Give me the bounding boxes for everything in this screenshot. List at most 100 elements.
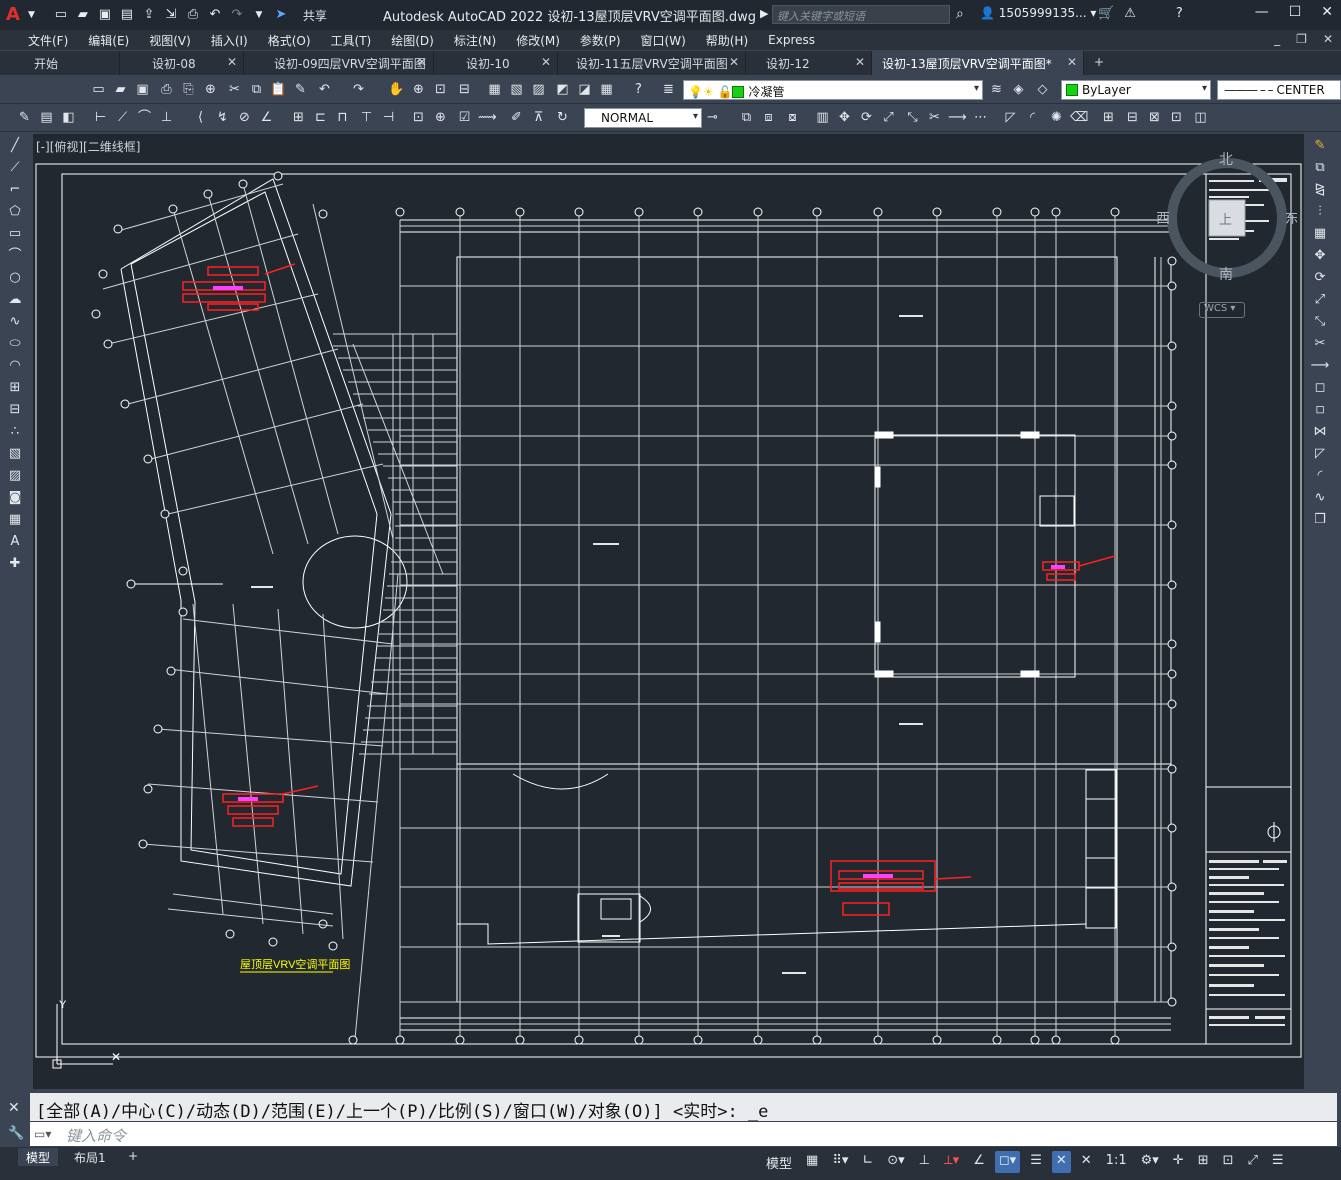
search-input[interactable]: 键入关键字或短语 <box>772 5 950 24</box>
polygon-icon[interactable]: ⬠ <box>4 201 26 223</box>
linetype-dropdown[interactable]: ——— – – CENTER <box>1217 80 1341 100</box>
calculator-icon[interactable]: ▦ <box>598 81 615 98</box>
autodesk-icon[interactable]: ⚠ <box>1124 6 1136 21</box>
help-icon[interactable]: ? <box>1176 6 1183 21</box>
blend-icon[interactable]: ∿ <box>1309 487 1331 509</box>
tab-start[interactable]: 开始 <box>0 51 120 75</box>
command-input[interactable]: 键入命令 <box>30 1122 1337 1146</box>
block-icon[interactable]: ▤ <box>38 109 55 126</box>
tolerance-icon[interactable]: ⊡ <box>410 109 427 126</box>
customize-icon[interactable]: 🔧 <box>8 1126 24 1141</box>
ellipse-arc-icon[interactable]: ◠ <box>4 355 26 377</box>
menu-format[interactable]: 格式(O) <box>258 32 321 49</box>
user-account[interactable]: 👤 1505999135... ▾ <box>980 6 1096 20</box>
markup-icon[interactable]: ◪ <box>576 81 593 98</box>
title-expand-icon[interactable]: ▶ <box>760 7 768 20</box>
break-point-icon[interactable]: ◻ <box>1309 377 1331 399</box>
designcenter-icon[interactable]: ▧ <box>508 81 525 98</box>
mtext-icon[interactable]: A <box>4 531 26 553</box>
group-bbox-icon[interactable]: ◫ <box>1192 109 1209 126</box>
units-icon[interactable]: ⊞ <box>1194 1151 1213 1173</box>
modify-trim-icon[interactable]: ✂ <box>926 109 943 126</box>
array-icon[interactable]: ▦ <box>1309 223 1331 245</box>
doc-minimize-icon[interactable]: _ <box>1274 32 1280 46</box>
share-label[interactable]: 共享 <box>303 7 327 24</box>
menu-tools[interactable]: 工具(T) <box>321 32 382 49</box>
preview-icon[interactable]: ⎘ <box>180 81 197 98</box>
menu-dimension[interactable]: 标注(N) <box>444 32 506 49</box>
maximize-icon[interactable]: ☐ <box>1289 4 1302 20</box>
drawing-canvas[interactable]: 屋顶层VRV空调平面图 Y ✕ <box>33 134 1304 1089</box>
doc-close-icon[interactable]: ✕ <box>1323 32 1333 46</box>
tab-file-11[interactable]: 设初-11五层VRV空调平面图 ✕ <box>558 51 746 75</box>
tab-close-icon[interactable]: ✕ <box>1067 55 1077 69</box>
dim-arc-icon[interactable]: ⌒ <box>136 109 153 126</box>
erase-icon[interactable]: ✎ <box>1309 135 1331 157</box>
dim-break-icon[interactable]: ⊣ <box>380 109 397 126</box>
quick-dim-icon[interactable]: ⊞ <box>290 109 307 126</box>
modify-array-icon[interactable]: ▥ <box>814 109 831 126</box>
make-block-icon[interactable]: ⊟ <box>4 399 26 421</box>
customization-icon[interactable]: ☰ <box>1268 1151 1288 1173</box>
stretch-icon[interactable]: ⤡ <box>1309 311 1331 333</box>
copy-icon[interactable]: ⧉ <box>1309 157 1331 179</box>
menu-edit[interactable]: 编辑(E) <box>78 32 139 49</box>
dim-baseline-icon[interactable]: ⊏ <box>312 109 329 126</box>
scale-icon[interactable]: ⤢ <box>1309 289 1331 311</box>
new-icon[interactable]: ▭ <box>90 81 107 98</box>
tab-close-icon[interactable]: ✕ <box>541 55 551 69</box>
extend-icon[interactable]: ⟶ <box>1309 355 1331 377</box>
layer-previous-icon[interactable]: ◈ <box>1010 81 1027 98</box>
layer-match-icon[interactable]: ◇ <box>1034 81 1051 98</box>
menu-draw[interactable]: 绘图(D) <box>381 32 444 49</box>
modify-offset-icon[interactable]: ⧇ <box>784 109 801 126</box>
zoom-previous-icon[interactable]: ⊟ <box>456 81 473 98</box>
inspect-icon[interactable]: ☑ <box>456 109 473 126</box>
hatch-icon[interactable]: ▧ <box>4 443 26 465</box>
construction-line-icon[interactable]: ⟋ <box>4 157 26 179</box>
workspace-gear-icon[interactable]: ⚙▾ <box>1137 1151 1163 1173</box>
open-icon[interactable]: ▰ <box>75 7 91 23</box>
annotation-scale[interactable]: 1:1 <box>1102 1151 1131 1173</box>
offset-icon[interactable]: ⫶ <box>1309 201 1331 223</box>
dim-space-icon[interactable]: ⊤ <box>358 109 375 126</box>
osnap-icon[interactable]: ∠ <box>969 1151 989 1173</box>
wcs-menu[interactable]: WCS ▾ <box>1199 302 1245 318</box>
join-icon[interactable]: ⋈ <box>1309 421 1331 443</box>
layer-tools-icon[interactable]: ◧ <box>60 109 77 126</box>
matchprop-icon[interactable]: ✎ <box>292 81 309 98</box>
object-track-icon[interactable]: ⟂▾ <box>940 1151 963 1173</box>
ungroup-icon[interactable]: ⊟ <box>1124 109 1141 126</box>
modify-fillet-icon[interactable]: ◜ <box>1024 109 1041 126</box>
dim-update-icon[interactable]: ↻ <box>554 109 571 126</box>
auto-scale-icon[interactable]: ✕ <box>1077 1151 1096 1173</box>
command-prompt-icon[interactable]: ▭▾ <box>34 1127 51 1141</box>
cart-icon[interactable]: 🛒 <box>1098 6 1114 21</box>
break-icon[interactable]: ◽ <box>1309 399 1331 421</box>
grid-icon[interactable]: ▦ <box>802 1151 822 1173</box>
export-icon[interactable]: ⇲ <box>163 7 179 23</box>
search-icon[interactable]: ⌕ <box>956 6 964 22</box>
modify-stretch-icon[interactable]: ⤡ <box>904 109 921 126</box>
zoom-window-icon[interactable]: ⊡ <box>432 81 449 98</box>
revcloud-icon[interactable]: ☁ <box>4 289 26 311</box>
modify-explode-icon[interactable]: ✺ <box>1048 109 1065 126</box>
annotation-visibility-icon[interactable]: ✕ <box>1051 1151 1071 1173</box>
fillet-icon[interactable]: ◜ <box>1309 465 1331 487</box>
point-icon[interactable]: ∴ <box>4 421 26 443</box>
explode-icon[interactable]: ❒ <box>1309 509 1331 531</box>
dim-edit-icon[interactable]: ✐ <box>508 109 525 126</box>
polar-icon[interactable]: ⊙▾ <box>883 1151 908 1173</box>
layer-dropdown[interactable]: 💡☀ 🔓 冷凝管 ▾ <box>683 80 983 100</box>
open-icon[interactable]: ▰ <box>112 81 129 98</box>
help-icon[interactable]: ? <box>630 81 647 98</box>
chamfer-icon[interactable]: ◸ <box>1309 443 1331 465</box>
doc-restore-icon[interactable]: ❐ <box>1296 32 1307 46</box>
mirror-icon[interactable]: ⧎ <box>1309 179 1331 201</box>
line-icon[interactable]: ╱ <box>4 135 26 157</box>
saveas-icon[interactable]: ▤ <box>119 7 135 23</box>
menu-view[interactable]: 视图(V) <box>139 32 201 49</box>
modify-chamfer-icon[interactable]: ◸ <box>1002 109 1019 126</box>
dim-text-edit-icon[interactable]: ⊼ <box>530 109 547 126</box>
dim-angular-icon[interactable]: ∠ <box>258 109 275 126</box>
